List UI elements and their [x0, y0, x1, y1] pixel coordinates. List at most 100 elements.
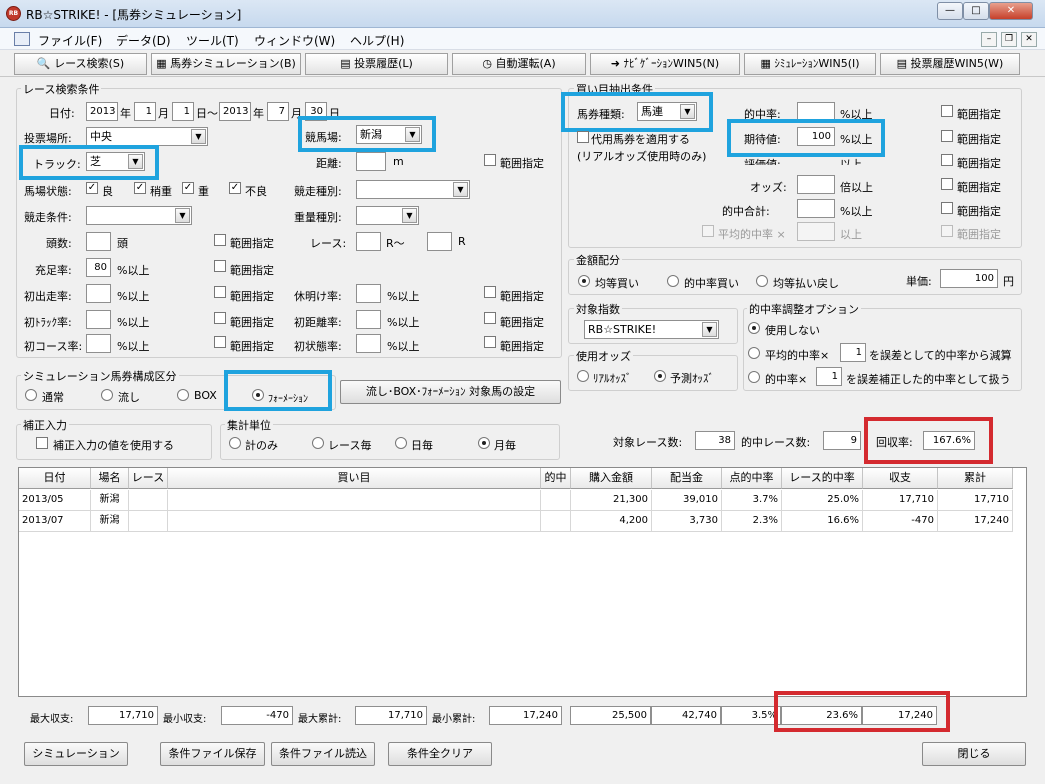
- tab-auto-run[interactable]: ◷ 自動運転(A): [452, 53, 586, 75]
- ticket-kind-select[interactable]: 馬連 ▼: [637, 102, 697, 121]
- col-balance[interactable]: 収支: [863, 468, 938, 489]
- first-distance-input[interactable]: [356, 310, 381, 329]
- fill-rate-input[interactable]: 80: [86, 258, 111, 277]
- close-window-button[interactable]: ✕: [989, 2, 1033, 20]
- menu-data[interactable]: データ(D): [116, 32, 171, 49]
- rest-range-checkbox[interactable]: [484, 286, 496, 298]
- to-year-input[interactable]: 2013: [219, 102, 251, 121]
- table-row[interactable]: 2013/07 新潟 4,200 3,730 2.3% 16.6% -470 1…: [19, 511, 1013, 532]
- unit-race-radio[interactable]: [312, 437, 324, 449]
- heads-input[interactable]: [86, 232, 111, 251]
- menu-window[interactable]: ウィンドウ(W): [254, 32, 335, 49]
- adjust-subtract-radio[interactable]: [748, 347, 760, 359]
- avg-hit-rate-checkbox[interactable]: [702, 225, 714, 237]
- tab-simulation-win5[interactable]: ▦ ｼﾐｭﾚｰｼｮﾝWIN5(I): [744, 53, 876, 75]
- from-year-input[interactable]: 2013: [86, 102, 118, 121]
- unit-day-radio[interactable]: [395, 437, 407, 449]
- adjust-multiply-radio[interactable]: [748, 371, 760, 383]
- hit-sum-range-checkbox[interactable]: [941, 202, 953, 214]
- race-type-select[interactable]: ▼: [356, 180, 470, 199]
- col-payout[interactable]: 配当金: [652, 468, 722, 489]
- col-hit[interactable]: 的中: [541, 468, 571, 489]
- tab-vote-history-win5[interactable]: ▤ 投票履歴WIN5(W): [880, 53, 1020, 75]
- expected-value-range-checkbox[interactable]: [941, 130, 953, 142]
- distance-range-checkbox[interactable]: [484, 154, 496, 166]
- first-track-input[interactable]: [86, 310, 111, 329]
- from-month-input[interactable]: 1: [134, 102, 156, 121]
- real-odds-radio[interactable]: [577, 370, 589, 382]
- race-to-input[interactable]: [427, 232, 452, 251]
- first-run-input[interactable]: [86, 284, 111, 303]
- minimize-button[interactable]: —: [937, 2, 963, 20]
- correction-checkbox[interactable]: [36, 437, 48, 449]
- predicted-odds-radio[interactable]: [654, 370, 666, 382]
- venue-select[interactable]: 新潟 ▼: [356, 125, 422, 144]
- to-month-input[interactable]: 7: [267, 102, 289, 121]
- adjust-multiply-input[interactable]: 1: [816, 367, 842, 386]
- sim-box-radio[interactable]: [177, 389, 189, 401]
- sim-formation-radio[interactable]: [252, 389, 264, 401]
- menu-tools[interactable]: ツール(T): [186, 32, 239, 49]
- first-distance-range-checkbox[interactable]: [484, 312, 496, 324]
- col-bet[interactable]: 買い目: [168, 468, 541, 489]
- first-state-input[interactable]: [356, 334, 381, 353]
- cond-bad-checkbox[interactable]: ✓: [229, 182, 241, 194]
- tab-navigation-win5[interactable]: ➜ ﾅﾋﾞｹﾞｰｼｮﾝWIN5(N): [590, 53, 740, 75]
- adjust-none-radio[interactable]: [748, 322, 760, 334]
- menu-file[interactable]: ファイル(F): [38, 32, 102, 49]
- col-race-rate[interactable]: レース的中率: [782, 468, 863, 489]
- first-track-range-checkbox[interactable]: [214, 312, 226, 324]
- odds-input[interactable]: [797, 175, 835, 194]
- results-table[interactable]: 日付 場名 レース 買い目 的中 購入金額 配当金 点的中率 レース的中率 収支…: [18, 467, 1027, 697]
- cond-heavy-checkbox[interactable]: ✓: [182, 182, 194, 194]
- clear-conditions-button[interactable]: 条件全クリア: [388, 742, 492, 766]
- sim-nagashi-radio[interactable]: [101, 389, 113, 401]
- table-row[interactable]: 2013/05 新潟 21,300 39,010 3.7% 25.0% 17,7…: [19, 490, 1013, 511]
- unit-price-input[interactable]: 100: [940, 269, 998, 288]
- from-day-input[interactable]: 1: [172, 102, 194, 121]
- simulate-button[interactable]: シミュレーション: [24, 742, 128, 766]
- first-course-range-checkbox[interactable]: [214, 336, 226, 348]
- col-venue[interactable]: 場名: [91, 468, 129, 489]
- rest-input[interactable]: [356, 284, 381, 303]
- target-horse-setting-button[interactable]: 流し･BOX･ﾌｫｰﾒｰｼｮﾝ 対象馬の設定: [340, 380, 561, 404]
- tab-ticket-simulation[interactable]: ▦ 馬券シミュレーション(B): [151, 53, 301, 75]
- cond-good-checkbox[interactable]: ✓: [86, 182, 98, 194]
- first-run-range-checkbox[interactable]: [214, 286, 226, 298]
- adjust-subtract-input[interactable]: 1: [840, 343, 866, 362]
- first-state-range-checkbox[interactable]: [484, 336, 496, 348]
- mdi-minimize-button[interactable]: –: [981, 32, 997, 47]
- distance-input[interactable]: [356, 152, 386, 171]
- mdi-restore-button[interactable]: ❐: [1001, 32, 1017, 47]
- index-select[interactable]: RB☆STRIKE! ▼: [584, 320, 719, 339]
- fill-range-checkbox[interactable]: [214, 260, 226, 272]
- hit-rate-range-checkbox[interactable]: [941, 105, 953, 117]
- race-condition-select[interactable]: ▼: [86, 206, 192, 225]
- hit-sum-input[interactable]: [797, 199, 835, 218]
- menu-help[interactable]: ヘルプ(H): [350, 32, 404, 49]
- equal-payout-radio[interactable]: [756, 275, 768, 287]
- place-select[interactable]: 中央 ▼: [86, 127, 208, 146]
- sim-normal-radio[interactable]: [25, 389, 37, 401]
- col-cumulative[interactable]: 累計: [938, 468, 1013, 489]
- col-point-rate[interactable]: 点的中率: [722, 468, 782, 489]
- avg-range-checkbox[interactable]: [941, 225, 953, 237]
- save-conditions-button[interactable]: 条件ファイル保存: [160, 742, 265, 766]
- equal-buy-radio[interactable]: [578, 275, 590, 287]
- close-button[interactable]: 閉じる: [922, 742, 1026, 766]
- avg-hit-rate-input[interactable]: [797, 222, 835, 241]
- first-course-input[interactable]: [86, 334, 111, 353]
- mdi-close-button[interactable]: ✕: [1021, 32, 1037, 47]
- col-purchase[interactable]: 購入金額: [571, 468, 652, 489]
- tab-race-search[interactable]: 🔍 レース検索(S): [14, 53, 147, 75]
- substitute-ticket-checkbox[interactable]: [577, 131, 589, 143]
- load-conditions-button[interactable]: 条件ファイル読込: [271, 742, 375, 766]
- track-select[interactable]: 芝 ▼: [86, 152, 145, 171]
- maximize-button[interactable]: □: [963, 2, 989, 20]
- eval-range-checkbox[interactable]: [941, 154, 953, 166]
- odds-range-checkbox[interactable]: [941, 178, 953, 190]
- unit-total-radio[interactable]: [229, 437, 241, 449]
- unit-month-radio[interactable]: [478, 437, 490, 449]
- weight-type-select[interactable]: ▼: [356, 206, 419, 225]
- expected-value-input[interactable]: 100: [797, 127, 835, 146]
